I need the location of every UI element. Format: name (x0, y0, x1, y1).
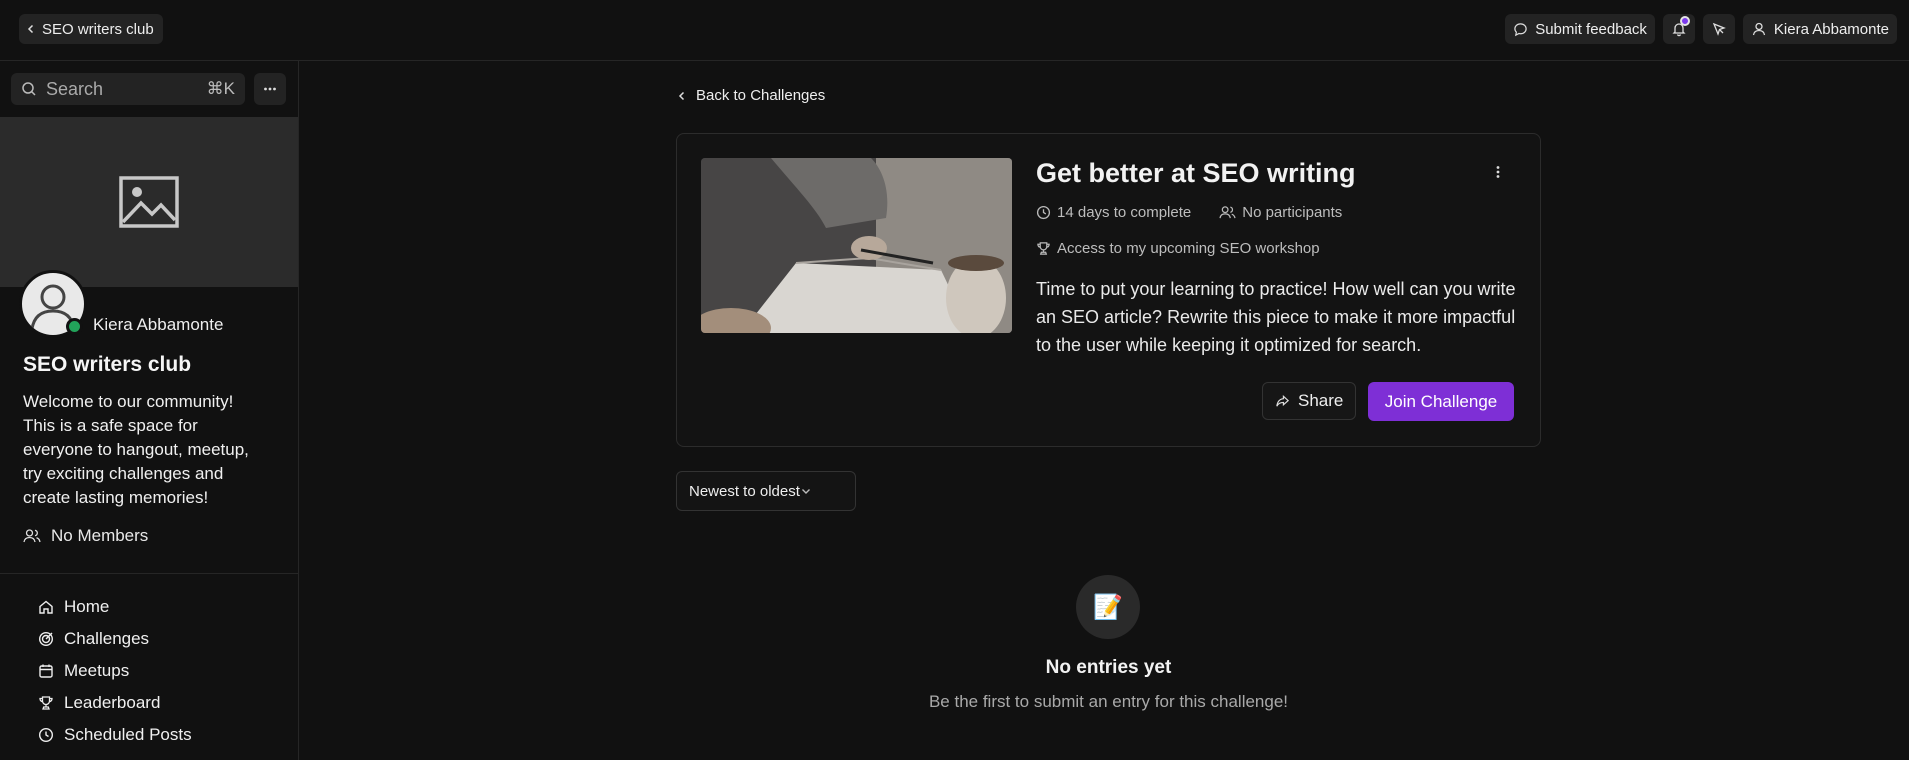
sort-value: Newest to oldest (689, 482, 800, 500)
challenge-card: Get better at SEO writing 14 days to com… (676, 133, 1541, 447)
challenge-cover-image (701, 158, 1012, 333)
sidebar-item-scheduled-posts[interactable]: Scheduled Posts (38, 719, 192, 751)
cursor-icon (1711, 21, 1727, 37)
notifications-button[interactable] (1662, 14, 1695, 44)
online-status-dot (66, 318, 83, 335)
home-icon (38, 599, 54, 615)
image-placeholder-icon (119, 176, 179, 228)
sidebar-item-home[interactable]: Home (38, 591, 192, 623)
members-count[interactable]: No Members (23, 526, 148, 546)
back-to-club-label: SEO writers club (42, 20, 154, 38)
user-name: Kiera Abbamonte (1773, 20, 1889, 38)
club-title: SEO writers club (23, 353, 192, 376)
owner-name[interactable]: Kiera Abbamonte (93, 315, 223, 335)
top-bar: SEO writers club Submit feedback Kiera A… (0, 0, 1909, 61)
search-icon (21, 81, 37, 97)
challenge-title: Get better at SEO writing (1036, 158, 1356, 188)
users-icon (23, 528, 41, 544)
cursor-tool-button[interactable] (1702, 14, 1735, 44)
challenge-description: Time to put your learning to practice! H… (1036, 279, 1516, 355)
empty-state-title: No entries yet (1045, 657, 1172, 678)
user-menu-button[interactable]: Kiera Abbamonte (1742, 14, 1897, 44)
sidebar-nav: Home Challenges Meetups Leaderboard Sche… (38, 591, 192, 751)
chevron-down-icon (800, 485, 812, 497)
search-placeholder: Search (46, 78, 104, 99)
sidebar: Search ⌘K Kiera Abbamonte SEO writers cl… (0, 61, 299, 760)
sidebar-item-label: Scheduled Posts (64, 725, 192, 744)
users-icon (1219, 205, 1236, 220)
challenge-participants: No participants (1242, 204, 1343, 221)
challenge-reward: Access to my upcoming SEO workshop (1057, 240, 1320, 257)
chevron-left-icon (676, 90, 688, 102)
clock-icon (38, 727, 54, 743)
sidebar-item-label: Leaderboard (64, 693, 161, 712)
user-icon (1751, 21, 1767, 37)
trophy-icon (1036, 241, 1051, 256)
challenge-menu-button[interactable] (1490, 164, 1506, 180)
search-shortcut: ⌘K (206, 79, 235, 98)
share-label: Share (1298, 391, 1344, 410)
topbar-actions: Submit feedback Kiera Abbamonte (1505, 14, 1897, 44)
empty-state-subtitle: Be the first to submit an entry for this… (928, 692, 1289, 711)
clock-icon (1036, 205, 1051, 220)
message-icon (1513, 22, 1528, 37)
sidebar-item-leaderboard[interactable]: Leaderboard (38, 687, 192, 719)
search-input[interactable]: Search ⌘K (11, 73, 245, 105)
club-description: Welcome to our community! This is a safe… (23, 392, 249, 507)
main-content: Back to Challenges Get better at SEO wri… (299, 61, 1909, 760)
memo-icon: 📝 (1076, 575, 1140, 639)
sidebar-item-label: Meetups (64, 661, 130, 680)
sort-select[interactable]: Newest to oldest (676, 471, 856, 511)
challenge-reward-row: Access to my upcoming SEO workshop (1036, 240, 1320, 257)
submit-feedback-button[interactable]: Submit feedback (1505, 14, 1655, 44)
back-to-challenges-link[interactable]: Back to Challenges (676, 87, 825, 104)
more-horizontal-icon (262, 81, 278, 97)
notification-dot (1679, 16, 1690, 26)
sidebar-item-label: Home (64, 597, 110, 616)
sidebar-item-meetups[interactable]: Meetups (38, 655, 192, 687)
join-challenge-button[interactable]: Join Challenge (1368, 382, 1514, 421)
share-icon (1275, 394, 1290, 409)
target-icon (38, 631, 54, 647)
chevron-left-icon (25, 23, 37, 35)
trophy-icon (38, 695, 54, 711)
sidebar-item-challenges[interactable]: Challenges (38, 623, 192, 655)
members-label: No Members (51, 526, 149, 545)
sidebar-divider (0, 573, 298, 574)
challenge-duration: 14 days to complete (1057, 204, 1192, 221)
back-to-challenges-label: Back to Challenges (696, 87, 826, 104)
more-options-button[interactable] (254, 73, 286, 105)
club-cover-image (0, 117, 298, 287)
share-button[interactable]: Share (1262, 382, 1357, 420)
calendar-icon (38, 663, 54, 679)
submit-feedback-label: Submit feedback (1535, 20, 1647, 38)
sidebar-item-label: Challenges (64, 629, 150, 648)
challenge-meta-row: 14 days to complete No participants (1036, 204, 1342, 221)
more-vertical-icon (1490, 164, 1506, 180)
back-to-club-button[interactable]: SEO writers club (19, 14, 163, 44)
